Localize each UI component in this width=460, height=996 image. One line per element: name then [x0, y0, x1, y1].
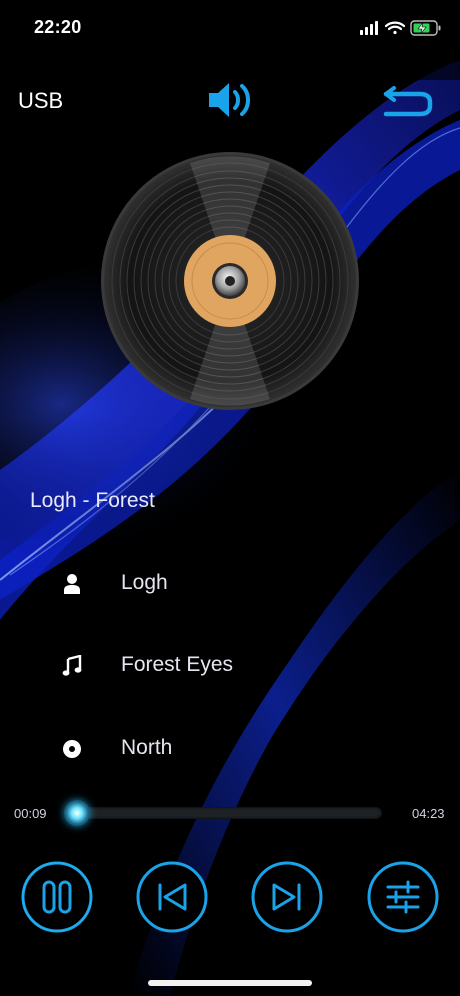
sliders-icon — [386, 880, 420, 914]
progress-bar[interactable] — [70, 807, 382, 819]
speaker-volume-icon[interactable] — [205, 78, 255, 122]
next-button[interactable] — [250, 860, 324, 934]
previous-button[interactable] — [135, 860, 209, 934]
equalizer-button[interactable] — [366, 860, 440, 934]
progress-knob[interactable] — [64, 800, 90, 826]
current-time: 00:09 — [14, 806, 47, 821]
music-note-icon — [62, 655, 82, 676]
home-indicator[interactable] — [148, 980, 312, 986]
disc-icon — [63, 740, 81, 758]
total-time: 04:23 — [412, 806, 445, 821]
signal-icon — [360, 21, 378, 35]
artist-name: Logh — [121, 571, 168, 594]
battery-charging-icon — [410, 20, 441, 36]
vinyl-record — [101, 152, 359, 410]
status-icons — [360, 20, 441, 36]
album-row: Forest Eyes — [62, 649, 322, 683]
wifi-icon — [384, 21, 406, 35]
genre-name: North — [121, 736, 173, 759]
status-time: 22:20 — [34, 17, 82, 37]
album-name: Forest Eyes — [121, 653, 234, 676]
person-icon — [64, 574, 80, 594]
genre-row: North — [62, 732, 322, 766]
track-title: Logh - Forest — [30, 489, 155, 512]
pause-button[interactable] — [20, 860, 94, 934]
source-label[interactable]: USB — [18, 88, 63, 114]
artist-row: Logh — [62, 567, 322, 601]
return-arrow-icon[interactable] — [380, 80, 434, 118]
